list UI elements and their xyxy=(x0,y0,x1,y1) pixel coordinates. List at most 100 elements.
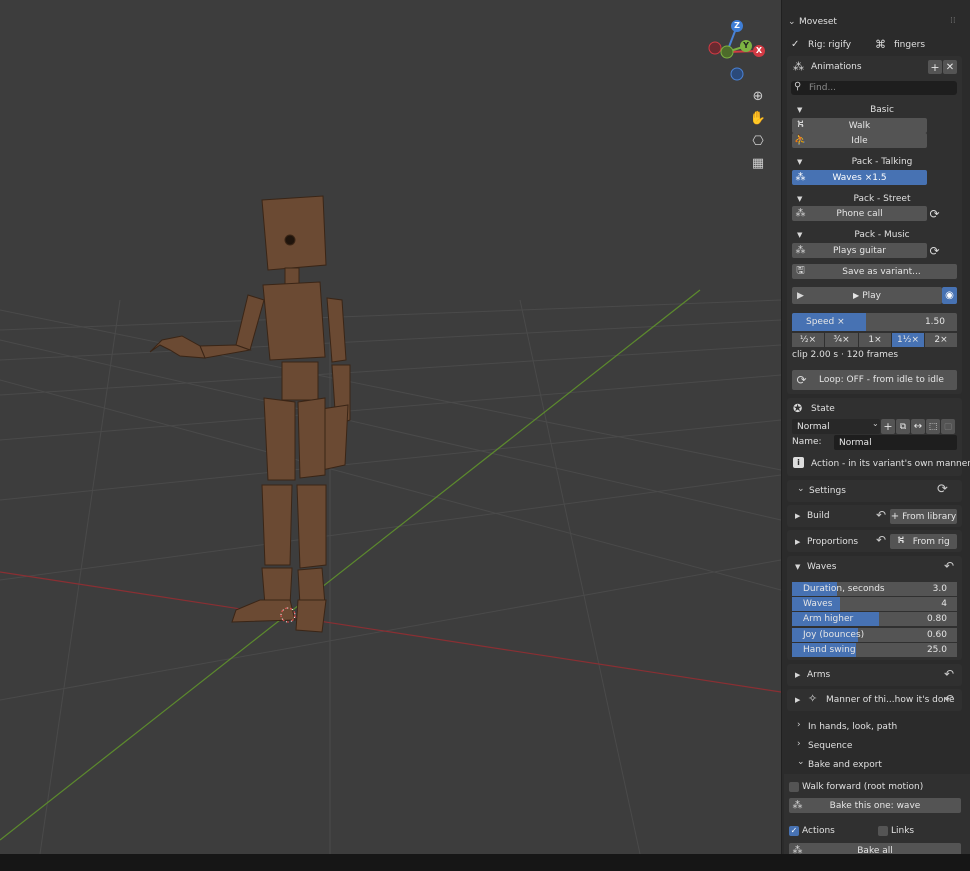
animations-title: Animations xyxy=(811,62,862,72)
reset-icon[interactable]: ↶ xyxy=(944,692,954,706)
waves-slider-label: Hand swing xyxy=(803,644,856,655)
expand-icon[interactable]: ▶ xyxy=(795,512,800,520)
panel-title[interactable]: Moveset xyxy=(799,17,837,27)
anim-waves-button[interactable]: Waves ×1.5 xyxy=(792,170,927,185)
expand-icon[interactable]: ▶ xyxy=(795,538,800,546)
find-animation-input[interactable]: Find... xyxy=(791,81,957,95)
manner-label[interactable]: Manner of thi...how it's done xyxy=(826,695,955,705)
select-state-button[interactable]: ⬚ xyxy=(926,419,940,434)
add-state-button[interactable]: + xyxy=(881,419,895,434)
reset-icon[interactable]: ↶ xyxy=(944,667,954,681)
from-rig-button[interactable]: ⛕ From rig xyxy=(890,534,957,549)
loop-button[interactable]: Loop: OFF - from idle to idle xyxy=(792,370,957,390)
info-icon: i xyxy=(793,457,804,468)
speed-preset-one[interactable]: 1× xyxy=(859,333,891,347)
expand-icon[interactable]: ▶ xyxy=(795,671,800,679)
chevron-down-icon[interactable]: ⌄ xyxy=(797,757,805,767)
grid-icon[interactable]: ▦ xyxy=(748,153,768,173)
from-library-label: From library xyxy=(902,511,957,522)
refresh-icon[interactable]: ⟳ xyxy=(927,206,942,221)
anim-plays-guitar-button[interactable]: Plays guitar xyxy=(792,243,927,258)
waves-slider[interactable]: Hand swing 25.0 xyxy=(792,642,957,657)
anim-phone-call-button[interactable]: Phone call xyxy=(792,206,927,221)
speed-preset-half[interactable]: ½× xyxy=(792,333,824,347)
visibility-toggle[interactable]: ◉ xyxy=(942,287,957,304)
waves-slider[interactable]: Waves 4 xyxy=(792,597,957,612)
bake-all-button[interactable]: Bake all xyxy=(789,843,961,854)
drag-handle-icon[interactable]: ⁞⁞ xyxy=(950,16,956,26)
speed-slider[interactable]: Speed × 1.50 xyxy=(792,313,957,331)
waves-slider-value: 0.60 xyxy=(926,629,947,640)
3d-viewport[interactable]: Z Y X ⊕ ✋ ⎔ ▦ xyxy=(0,0,781,854)
play-icon: ▶ xyxy=(853,291,860,300)
group-expand-icon[interactable]: ▼ xyxy=(797,158,802,166)
sequence-section[interactable]: Sequence xyxy=(808,741,852,751)
reset-icon[interactable]: ↶ xyxy=(944,559,954,573)
reset-icon[interactable]: ↶ xyxy=(876,533,886,547)
settings-title[interactable]: Settings xyxy=(809,486,846,496)
state-name-field[interactable]: Normal xyxy=(834,435,957,450)
gizmo-x-icon[interactable]: X xyxy=(753,45,765,57)
waves-slider[interactable]: Duration, seconds 3.0 xyxy=(792,582,957,596)
play-button[interactable]: ▶ Play xyxy=(792,287,942,304)
state-select[interactable]: Normal xyxy=(792,419,880,434)
arms-label[interactable]: Arms xyxy=(807,670,830,680)
status-bar xyxy=(0,854,970,871)
waves-slider[interactable]: Arm higher 0.80 xyxy=(792,612,957,627)
duplicate-state-button[interactable]: ⧉ xyxy=(896,419,910,434)
waves-icon: ⁂ xyxy=(795,172,806,183)
chevron-right-icon[interactable]: › xyxy=(797,739,801,749)
speed-preset-two[interactable]: 2× xyxy=(925,333,957,347)
zoom-icon[interactable]: ⊕ xyxy=(748,86,768,106)
group-expand-icon[interactable]: ▼ xyxy=(797,195,802,203)
reset-icon[interactable]: ↶ xyxy=(876,508,886,522)
walk-forward-checkbox[interactable] xyxy=(789,782,799,792)
add-animation-button[interactable]: + xyxy=(928,60,942,74)
links-label[interactable]: Links xyxy=(891,826,914,836)
swap-state-button[interactable]: ↔ xyxy=(911,419,925,434)
expand-icon[interactable]: ▶ xyxy=(795,696,800,704)
waves-slider-label: Joy (bounces) xyxy=(803,629,865,640)
remove-state-button[interactable]: ▢ xyxy=(941,419,955,434)
waves-slider[interactable]: Joy (bounces) 0.60 xyxy=(792,627,957,642)
actions-checkbox[interactable]: ✓ xyxy=(789,826,799,836)
group-title-music: Pack - Music xyxy=(854,230,910,240)
anim-walk-button[interactable]: Walk xyxy=(792,118,927,133)
actions-label[interactable]: Actions xyxy=(802,826,835,836)
plus-icon: + xyxy=(890,511,900,522)
walk-forward-label[interactable]: Walk forward (root motion) xyxy=(802,782,923,792)
chevron-right-icon[interactable]: › xyxy=(797,720,801,730)
camera-icon[interactable]: ⎔ xyxy=(748,131,768,151)
speed-preset-three-quarter[interactable]: ¾× xyxy=(825,333,858,347)
group-expand-icon[interactable]: ▼ xyxy=(797,231,802,239)
gizmo-y-icon[interactable]: Y xyxy=(740,40,752,52)
bake-all-icon: ⁂ xyxy=(792,845,803,854)
chevron-down-icon[interactable]: ⌄ xyxy=(797,484,805,494)
fingers-label[interactable]: fingers xyxy=(894,40,925,50)
hand-icon[interactable]: ✋ xyxy=(748,108,768,128)
from-library-button[interactable]: + From library xyxy=(890,509,957,524)
build-label[interactable]: Build xyxy=(807,511,830,521)
remove-animation-button[interactable]: ✕ xyxy=(943,60,957,74)
save-variant-button[interactable]: Save as variant... xyxy=(792,264,957,279)
refresh-icon[interactable]: ⟳ xyxy=(937,482,948,497)
state-name-value: Normal xyxy=(839,437,872,448)
in-hands-section[interactable]: In hands, look, path xyxy=(808,722,897,732)
collapse-icon[interactable]: ▼ xyxy=(795,563,800,571)
speed-preset-one-half[interactable]: 1½× xyxy=(892,333,924,347)
group-expand-icon[interactable]: ▼ xyxy=(797,106,802,114)
fingers-icon[interactable]: ⌘ xyxy=(875,38,886,51)
gizmo-z-icon[interactable]: Z xyxy=(731,20,743,32)
proportions-label[interactable]: Proportions xyxy=(807,537,858,547)
anim-idle-button[interactable]: Idle xyxy=(792,133,927,148)
action-info: Action - in its variant's own manner xyxy=(811,459,970,469)
refresh-icon[interactable]: ⟳ xyxy=(927,243,942,258)
links-checkbox[interactable] xyxy=(878,826,888,836)
bake-one-button[interactable]: Bake this one: wave xyxy=(789,798,961,813)
collapse-chevron-icon[interactable]: ⌄ xyxy=(788,17,796,27)
state-select-value: Normal xyxy=(797,421,830,432)
idle-icon: ⛹ xyxy=(794,135,807,146)
waves-title[interactable]: Waves xyxy=(807,562,836,572)
bake-export-section[interactable]: Bake and export xyxy=(808,760,882,770)
moveset-sidebar[interactable]: ⌄ Moveset ⁞⁞ ✓ Rig: rigify ⌘ fingers ⁂ A… xyxy=(781,0,970,854)
